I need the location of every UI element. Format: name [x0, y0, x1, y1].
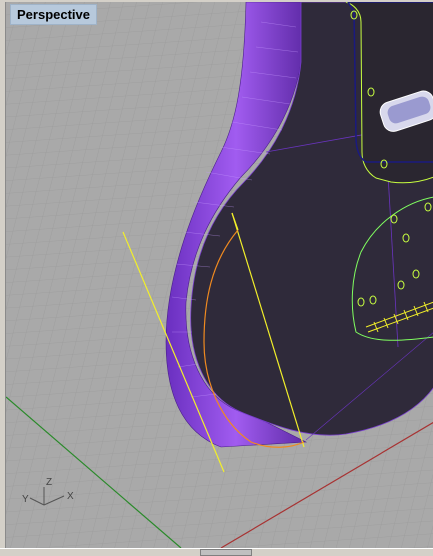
viewport-scene: Z X Y [6, 2, 433, 548]
viewport-title-tab[interactable]: Perspective [10, 4, 97, 25]
rhino-viewport-frame: Z X Y Perspective [0, 0, 433, 556]
axis-label-x: X [67, 491, 74, 502]
axis-label-z: Z [46, 477, 52, 488]
axis-label-y: Y [22, 494, 29, 505]
perspective-viewport[interactable]: Z X Y Perspective [5, 2, 433, 548]
viewport-tab-handle[interactable] [200, 549, 252, 556]
